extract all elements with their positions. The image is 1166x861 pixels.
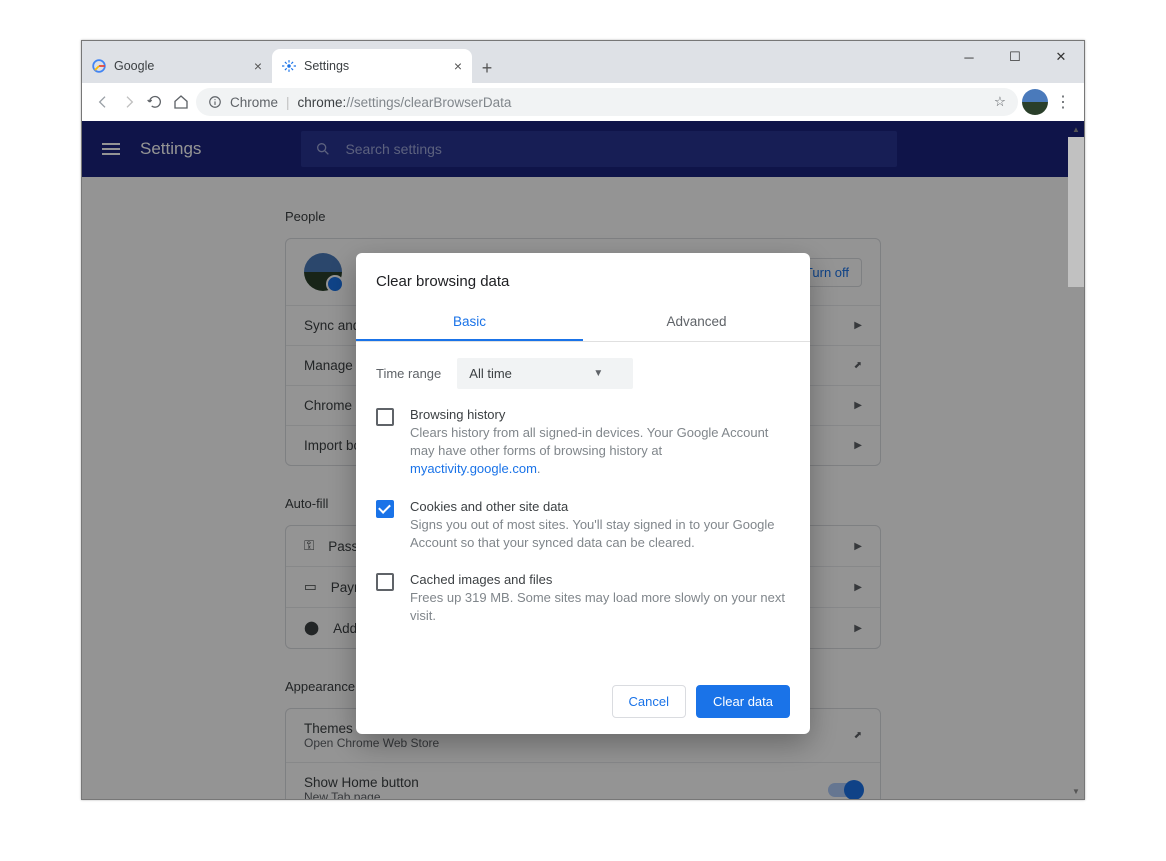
tab-advanced[interactable]: Advanced xyxy=(583,304,810,341)
time-range-label: Time range xyxy=(376,366,441,381)
scrollbar-thumb[interactable] xyxy=(1068,137,1084,287)
profile-avatar[interactable] xyxy=(1022,89,1048,115)
clear-data-dialog: Clear browsing data Basic Advanced Time … xyxy=(356,253,810,734)
myactivity-link[interactable]: myactivity.google.com xyxy=(410,461,537,476)
time-range-row: Time range All time ▼ xyxy=(376,358,790,389)
tab-close-icon[interactable]: × xyxy=(254,58,262,74)
time-range-select[interactable]: All time ▼ xyxy=(457,358,633,389)
tab-close-icon[interactable]: × xyxy=(454,58,462,74)
new-tab-button[interactable]: + xyxy=(472,53,502,83)
chevron-down-icon: ▼ xyxy=(593,368,603,379)
reload-button[interactable] xyxy=(144,91,166,113)
tab-google[interactable]: Google × xyxy=(82,49,272,83)
address-url: chrome://settings/clearBrowserData xyxy=(298,95,512,110)
dialog-title: Clear browsing data xyxy=(376,273,790,290)
menu-button[interactable]: ⋮ xyxy=(1052,91,1074,113)
option-title: Browsing history xyxy=(410,407,790,422)
browser-window: Google × Settings × + ─ ☐ ✕ Chrome | chr… xyxy=(81,40,1085,800)
gear-icon xyxy=(282,59,296,73)
tab-basic[interactable]: Basic xyxy=(356,304,583,341)
checkbox-history[interactable] xyxy=(376,408,394,426)
option-cookies: Cookies and other site data Signs you ou… xyxy=(376,499,790,552)
option-title: Cached images and files xyxy=(410,572,790,587)
star-icon[interactable]: ☆ xyxy=(994,94,1006,110)
dialog-buttons: Cancel Clear data xyxy=(376,685,790,718)
address-label: Chrome xyxy=(230,95,278,110)
info-icon xyxy=(208,95,222,109)
checkbox-cookies[interactable] xyxy=(376,500,394,518)
option-desc: Clears history from all signed-in device… xyxy=(410,424,790,479)
window-controls: ─ ☐ ✕ xyxy=(946,41,1084,73)
close-button[interactable]: ✕ xyxy=(1038,41,1084,73)
option-desc: Frees up 319 MB. Some sites may load mor… xyxy=(410,589,790,625)
back-button[interactable] xyxy=(92,91,114,113)
option-title: Cookies and other site data xyxy=(410,499,790,514)
option-desc: Signs you out of most sites. You'll stay… xyxy=(410,516,790,552)
minimize-button[interactable]: ─ xyxy=(946,41,992,73)
dialog-tabs: Basic Advanced xyxy=(356,304,810,342)
tab-title: Settings xyxy=(304,59,349,73)
clear-data-button[interactable]: Clear data xyxy=(696,685,790,718)
tab-strip: Google × Settings × + ─ ☐ ✕ xyxy=(82,41,1084,83)
option-history: Browsing history Clears history from all… xyxy=(376,407,790,479)
tab-settings[interactable]: Settings × xyxy=(272,49,472,83)
scroll-up-icon[interactable]: ▲ xyxy=(1068,121,1084,137)
checkbox-cache[interactable] xyxy=(376,573,394,591)
google-icon xyxy=(92,59,106,73)
option-cache: Cached images and files Frees up 319 MB.… xyxy=(376,572,790,625)
forward-button[interactable] xyxy=(118,91,140,113)
cancel-button[interactable]: Cancel xyxy=(612,685,686,718)
toolbar: Chrome | chrome://settings/clearBrowserD… xyxy=(82,83,1084,121)
tab-title: Google xyxy=(114,59,154,73)
scroll-down-icon[interactable]: ▼ xyxy=(1068,783,1084,799)
home-button[interactable] xyxy=(170,91,192,113)
maximize-button[interactable]: ☐ xyxy=(992,41,1038,73)
address-bar[interactable]: Chrome | chrome://settings/clearBrowserD… xyxy=(196,88,1018,116)
